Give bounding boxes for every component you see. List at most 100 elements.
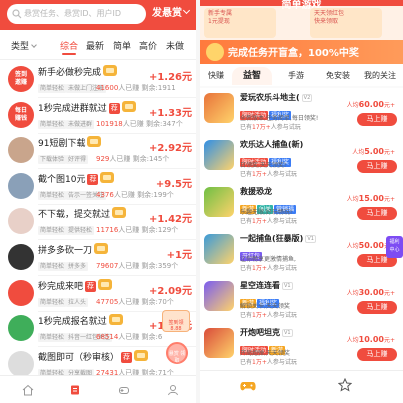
signin-float-badge[interactable]: 签到领8.88 xyxy=(162,310,190,332)
game-item[interactable]: 星空连连看 V1 新游 福利奖 解锁关卡,天天领奖 已有1万+人参与试玩 人均30.00元+… xyxy=(200,276,403,326)
game-item[interactable]: 欢乐达人捕鱼(新) 限时活动 福利奖 日领奖,天天领奖! 已有1万+人参与试玩 人均5.0… xyxy=(200,135,403,185)
filter-bar: 类型 综合 最新 简单 高价 未做 xyxy=(0,30,196,60)
game-icon xyxy=(204,328,234,358)
join-count: 17万+ xyxy=(252,124,271,131)
task-row[interactable]: 每日 赚钱 1秒完成进群就过荐简单轻松 未做进群 101918人已赚 剩余:347个 +… xyxy=(0,96,196,134)
task-tag: 拼多多 xyxy=(66,262,89,271)
earned-count: 68514 xyxy=(96,333,119,342)
task-price: +9.5元 xyxy=(155,178,192,190)
reward-prefix: 人均 xyxy=(346,196,359,203)
reward-prefix: 人均 xyxy=(346,337,359,344)
avatar: 签到 邀赚 xyxy=(8,66,34,92)
gamepad-icon[interactable] xyxy=(240,380,256,392)
task-row[interactable]: 秒完成来吧荐简单轻松 拉人头 47705人已赚 剩余:70个 +2.09元 xyxy=(0,274,196,312)
earned-count: 101918 xyxy=(96,119,123,128)
earned-suffix: 人已赚 xyxy=(118,333,140,342)
game-name-text: 一起捕鱼(狂暴版) xyxy=(240,234,304,243)
join-count: 1万+ xyxy=(252,171,267,178)
game-reward: 人均5.00元+ xyxy=(352,147,395,156)
tab-quick-earn[interactable]: 快赚 xyxy=(208,70,224,81)
search-input[interactable]: 悬赏任务、悬赏ID、用户ID xyxy=(7,4,146,24)
earned-suffix: 人已赚 xyxy=(113,190,135,199)
task-tag: 拉人头 xyxy=(66,297,89,307)
task-row[interactable]: 截个图10元荐简单轻松 告示一签关注 4376人已赚 剩余:199个 +9.5元 xyxy=(0,167,196,205)
profile-icon[interactable] xyxy=(167,384,179,396)
tab-my-follows[interactable]: 我的关注 xyxy=(364,70,396,81)
task-stats: 101918人已赚 剩余:347个 xyxy=(96,119,183,129)
task-row[interactable]: 拼多多砍一刀 简单轻松 拼多多 79607人已赚 剩余:359个 +1元 xyxy=(0,238,196,276)
left-bottom-nav xyxy=(0,375,196,403)
version-tag: V2 xyxy=(301,94,313,102)
type-label: 类型 xyxy=(11,42,30,52)
type-dropdown[interactable]: 类型 xyxy=(11,39,37,52)
earn-now-button[interactable]: 马上赚 xyxy=(357,348,397,361)
task-row[interactable]: 不下载，提交就过 简单轻松 提供轻松 11716人已赚 剩余:129个 +1.42元 xyxy=(0,202,196,241)
earn-now-button[interactable]: 马上赚 xyxy=(357,207,397,220)
task-icon[interactable] xyxy=(69,384,81,396)
tab-no-install[interactable]: 免安装 xyxy=(326,70,350,81)
task-stats: 68514人已赚 剩余:6 xyxy=(96,332,162,342)
task-stats: 41600人已赚 剩余:1911 xyxy=(96,83,176,93)
avatar xyxy=(8,137,34,164)
tab-simple[interactable]: 简单 xyxy=(113,39,131,52)
tab-high-price[interactable]: 高价 xyxy=(139,39,157,52)
publish-button[interactable]: 发悬赏 xyxy=(152,0,194,28)
tab-latest[interactable]: 最新 xyxy=(86,39,104,52)
game-name-text: 救援恐龙 xyxy=(240,187,272,196)
task-title: 拼多多砍一刀 xyxy=(38,243,109,256)
task-tag: 简单轻松 xyxy=(38,84,67,93)
promo-text: 天天领红包 快来领取 xyxy=(314,10,345,25)
hot-badge: 荐 xyxy=(85,280,97,292)
welfare-center-float[interactable]: 福利 中心 xyxy=(386,236,403,258)
join-suffix: 人参与试玩 xyxy=(266,359,297,366)
tab-mobile-games[interactable]: 手游 xyxy=(288,70,304,81)
tab-not-done[interactable]: 未做 xyxy=(166,39,184,52)
promo-card-red-packet[interactable]: 天天领红包 快来领取 xyxy=(310,8,382,38)
game-icon xyxy=(204,234,234,264)
reward-amount: 15.00 xyxy=(358,194,384,203)
earn-now-button[interactable]: 马上赚 xyxy=(357,113,397,126)
task-title: 截图即可（秒审核）荐 xyxy=(38,349,149,363)
task-price: +2.92元 xyxy=(148,143,192,155)
version-tag: V1 xyxy=(282,329,293,337)
reward-suffix: 元+ xyxy=(383,337,395,344)
blind-box-banner[interactable]: 完成任务开盲盒，100%中奖 xyxy=(200,40,403,64)
task-title-text: 1秒完成 xyxy=(38,317,71,328)
join-count: 1万+ xyxy=(252,218,267,225)
promo-card-new-user[interactable]: 新手专属 1元提现 xyxy=(204,8,276,38)
task-stats: 929人已赚 剩余:145个 xyxy=(96,154,169,164)
coupon-icon xyxy=(100,171,115,183)
task-tag: 下载体验 xyxy=(38,155,67,165)
game-item[interactable]: 一起捕鱼(狂暴版) V1 开红包 让你畅享更激情捕鱼, 已有1万+人参与试玩 人均50.0… xyxy=(200,229,403,279)
task-title: 秒完成来吧荐 xyxy=(38,278,113,292)
home-icon[interactable] xyxy=(22,384,34,396)
task-title: 新手必做秒完成 xyxy=(38,65,118,78)
task-row[interactable]: 91短剧下载 下载体验 好评得 929人已赚 剩余:145个 +2.92元 xyxy=(0,131,196,170)
game-item[interactable]: 救援恐龙 新游 闯关 营销福 乐趣无限,好玩畅玩! 已有1万+人参与试玩 人均15.00元+… xyxy=(200,182,403,232)
game-tabs: 快赚 益智 手游 免安装 我的关注 xyxy=(200,64,403,86)
game-join-count: 已有1万+人参与试玩 xyxy=(240,171,297,178)
tab-comprehensive[interactable]: 综合 xyxy=(60,39,78,55)
game-item[interactable]: 爱玩农乐斗地主(V2 限时活动 福利奖 全新版本,任务简单,每日领奖! 已有17万+人参… xyxy=(200,88,403,138)
right-header: 简单游戏 新手专属 1元提现 天天领红包 快来领取 xyxy=(200,0,403,40)
earned-count: 41600 xyxy=(96,84,119,92)
star-icon[interactable] xyxy=(338,378,352,392)
task-tag: 简单轻松 xyxy=(38,190,67,200)
game-list: 爱玩农乐斗地主(V2 限时活动 福利奖 全新版本,任务简单,每日领奖! 已有17万+人参… xyxy=(200,86,403,373)
task-price: +1元 xyxy=(166,250,192,261)
tab-puzzle[interactable]: 益智 xyxy=(232,67,272,85)
task-title-suffix: 秒完成 xyxy=(74,68,102,78)
game-tags: 限时活动 福利奖 xyxy=(240,149,292,167)
earned-suffix: 人已赚 xyxy=(109,155,131,164)
task-row[interactable]: 签到 邀赚 新手必做秒完成 简单轻松 未做上门注册 41600人已赚 剩余:1911 +1… xyxy=(0,60,196,98)
earn-now-button[interactable]: 马上赚 xyxy=(357,160,397,173)
coupon-icon xyxy=(112,207,127,219)
task-title-text: 截图即可（秒审核） xyxy=(38,352,120,363)
reward-float-circle[interactable]: 悬赏 领取 xyxy=(166,342,188,364)
game-description: 全新版本,任务简单,每日领奖! xyxy=(240,115,319,122)
game-item[interactable]: 开炮吧坦克 V1 限时活动 新游 开局炮弹,天天领奖 已有1万+人参与试玩 人均10.00元… xyxy=(200,323,403,373)
game-icon[interactable] xyxy=(118,384,130,396)
earn-now-button[interactable]: 马上赚 xyxy=(357,301,397,314)
game-icon xyxy=(204,187,234,217)
task-title: 91短剧下载 xyxy=(38,136,102,149)
